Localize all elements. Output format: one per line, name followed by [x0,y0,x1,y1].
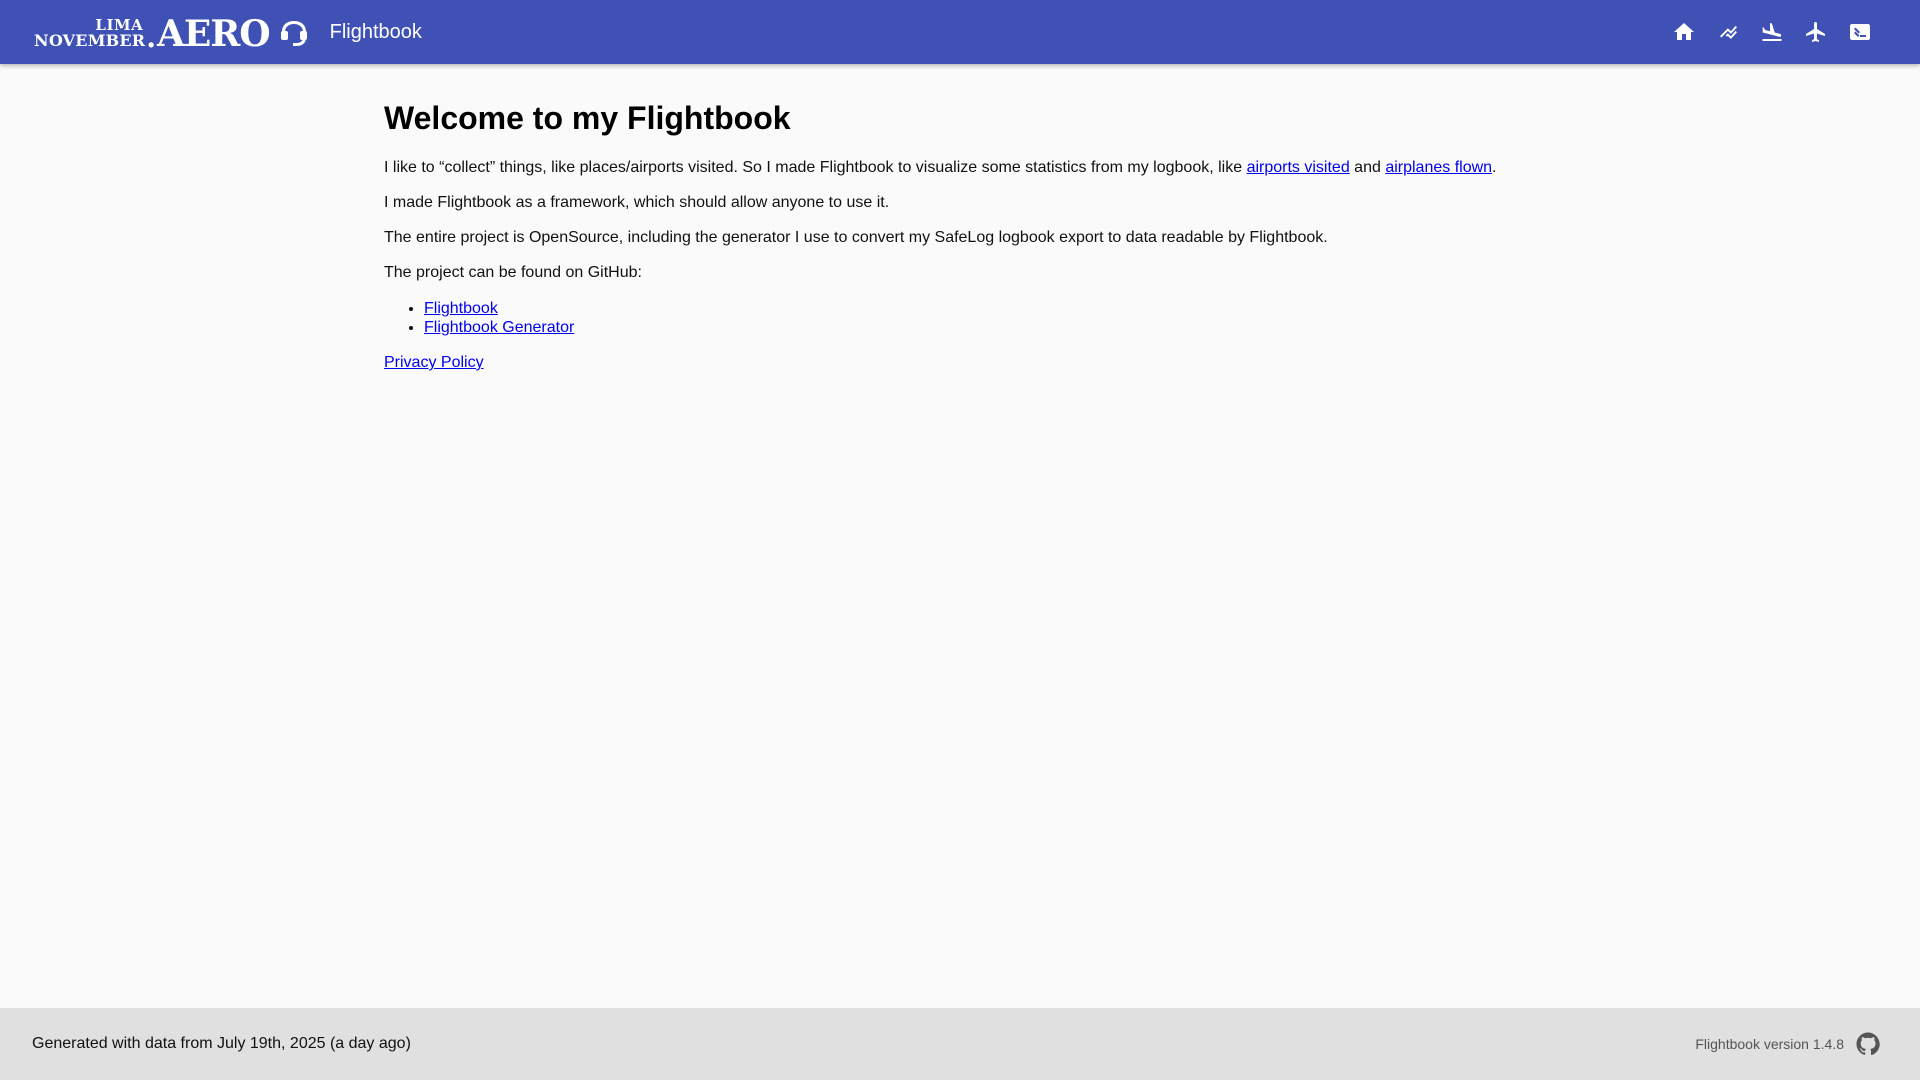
nav-home-button[interactable] [1668,16,1700,48]
flightbook-github-link[interactable]: Flightbook [424,300,498,317]
privacy-paragraph: Privacy Policy [384,354,1536,372]
github-links-list: Flightbook Flightbook Generator [384,299,1536,337]
logo-left-words: LIMA NOVEMBER [34,18,145,49]
opensource-paragraph: The entire project is OpenSource, includ… [384,229,1328,246]
airplane-icon [1806,22,1825,42]
intro-text-start: I like to “collect” things, like places/… [384,159,1247,176]
privacy-policy-link[interactable]: Privacy Policy [384,354,484,371]
list-item: Flightbook [424,299,1536,318]
app-title: Flightbook [329,20,422,43]
intro-paragraph: I like to “collect” things, like places/… [384,159,1536,177]
top-nav [1668,0,1876,64]
github-paragraph: The project can be found on GitHub: [384,264,642,281]
logo-aero-text: AERO [156,13,271,55]
footer-right: Flightbook version 1.4.8 [1695,1008,1880,1080]
airplanes-flown-link[interactable]: airplanes flown [1385,159,1492,176]
nav-statistics-button[interactable] [1712,16,1744,48]
nav-airplanes-button[interactable] [1800,16,1832,48]
home-icon [1674,23,1694,40]
list-item: Flightbook Generator [424,318,1536,337]
nav-airports-button[interactable] [1756,16,1788,48]
footer: Generated with data from July 19th, 2025… [0,1008,1920,1080]
github-link[interactable] [1856,1032,1880,1056]
logo-dot-text: . [146,21,156,54]
terminal-icon [1850,24,1870,40]
flight-land-icon [1762,23,1782,41]
generated-date-text: Generated with data from July 19th, 2025… [32,1035,411,1052]
logo-november-text: NOVEMBER [34,31,146,50]
github-icon [1856,1032,1880,1056]
page-title: Welcome to my Flightbook [384,100,791,136]
intro-text-end: . [1492,159,1497,176]
airports-visited-link[interactable]: airports visited [1247,159,1350,176]
lima-november-aero-logo: LIMA NOVEMBER . AERO [34,12,310,52]
brand-home-link[interactable]: LIMA NOVEMBER . AERO Flightbook [34,0,422,64]
stats-icon [1720,25,1737,39]
version-text: Flightbook version 1.4.8 [1695,1036,1844,1052]
headset-logo-icon [280,21,307,46]
main-content: Welcome to my Flightbook I like to “coll… [384,64,1536,389]
framework-paragraph: I made Flightbook as a framework, which … [384,194,890,211]
flightbook-generator-github-link[interactable]: Flightbook Generator [424,319,574,336]
top-app-bar: LIMA NOVEMBER . AERO Flightbook [0,0,1920,64]
nav-terminal-button[interactable] [1844,16,1876,48]
intro-text-mid: and [1349,159,1386,176]
